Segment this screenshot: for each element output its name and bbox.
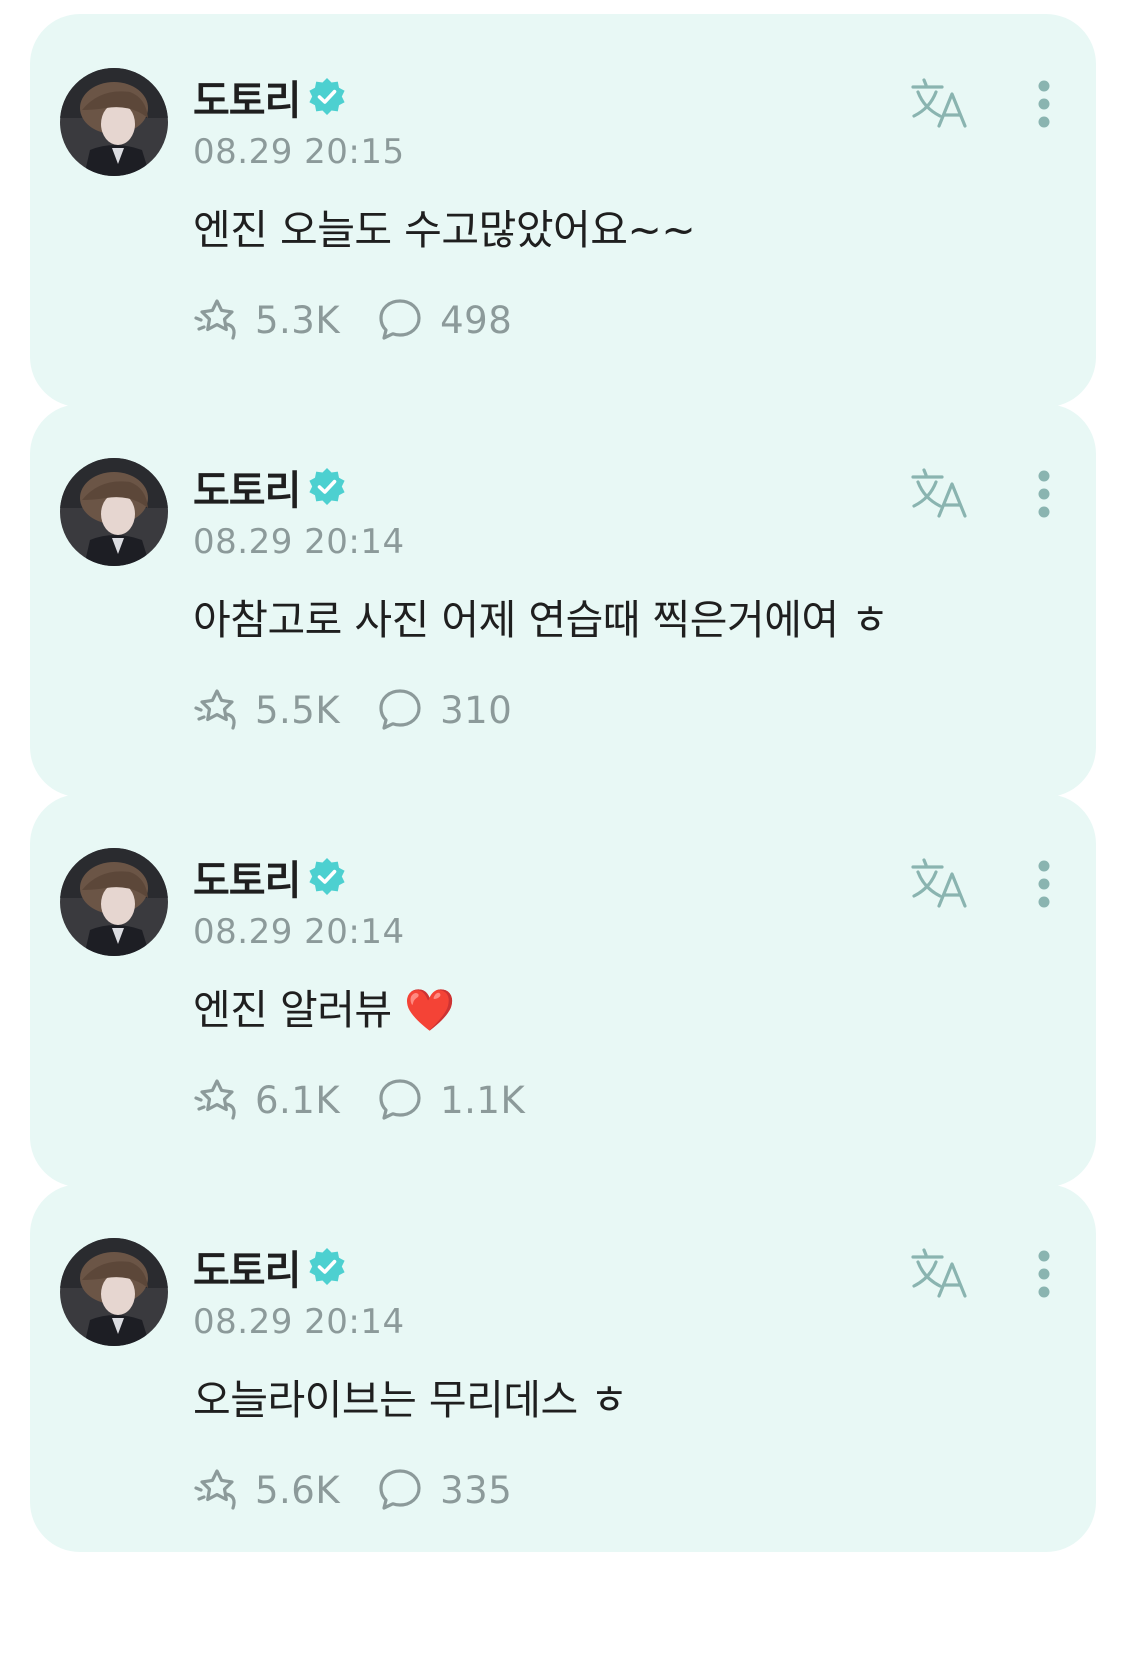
reaction-icon bbox=[193, 1078, 241, 1122]
post-timestamp: 08.29 20:14 bbox=[193, 912, 405, 952]
comment-button[interactable]: 498 bbox=[378, 298, 512, 342]
comment-button[interactable]: 310 bbox=[378, 688, 512, 732]
translate-icon[interactable] bbox=[910, 466, 976, 522]
post-timestamp: 08.29 20:15 bbox=[193, 132, 405, 172]
verified-badge-icon bbox=[306, 466, 348, 508]
post-text: 엔진 알러뷰 ❤️ bbox=[193, 986, 455, 1034]
author-name[interactable]: 도토리 bbox=[193, 68, 301, 126]
avatar[interactable] bbox=[60, 1238, 168, 1346]
comment-button[interactable]: 1.1K bbox=[378, 1078, 525, 1122]
reaction-icon bbox=[193, 298, 241, 342]
more-vertical-icon[interactable] bbox=[1034, 80, 1054, 136]
translate-icon[interactable] bbox=[910, 856, 976, 912]
post-text: 아참고로 사진 어제 연습때 찍은거에여 ㅎ bbox=[193, 596, 889, 644]
more-vertical-icon[interactable] bbox=[1034, 1250, 1054, 1306]
reaction-button[interactable]: 5.6K bbox=[193, 1468, 340, 1512]
comment-button[interactable]: 335 bbox=[378, 1468, 512, 1512]
post-text: 오늘라이브는 무리데스 ㅎ bbox=[193, 1376, 628, 1424]
author-name[interactable]: 도토리 bbox=[193, 848, 301, 906]
translate-icon[interactable] bbox=[910, 76, 976, 132]
reaction-icon bbox=[193, 688, 241, 732]
verified-badge-icon bbox=[306, 76, 348, 118]
reaction-count: 5.3K bbox=[255, 298, 341, 342]
post-card[interactable]: 도토리 08.29 20:14 아참고로 사진 어제 연습때 찍은거에여 ㅎ 5… bbox=[30, 404, 1096, 797]
more-vertical-icon[interactable] bbox=[1034, 860, 1054, 916]
comment-icon bbox=[378, 688, 422, 732]
reaction-button[interactable]: 5.3K bbox=[193, 298, 340, 342]
reaction-icon bbox=[193, 1468, 241, 1512]
comment-count: 310 bbox=[440, 688, 513, 732]
post-card[interactable]: 도토리 08.29 20:14 엔진 알러뷰 ❤️ 6.1K 1.1K bbox=[30, 794, 1096, 1187]
comment-icon bbox=[378, 1078, 422, 1122]
comment-icon bbox=[378, 298, 422, 342]
post-feed: 도토리 08.29 20:15 엔진 오늘도 수고많았어요~~ 5.3K 498… bbox=[0, 0, 1125, 1676]
reaction-button[interactable]: 6.1K bbox=[193, 1078, 340, 1122]
post-text: 엔진 오늘도 수고많았어요~~ bbox=[193, 206, 696, 254]
post-timestamp: 08.29 20:14 bbox=[193, 522, 405, 562]
verified-badge-icon bbox=[306, 1246, 348, 1288]
comment-count: 498 bbox=[440, 298, 513, 342]
avatar[interactable] bbox=[60, 68, 168, 176]
comment-count: 335 bbox=[440, 1468, 513, 1512]
comment-count: 1.1K bbox=[440, 1078, 526, 1122]
comment-icon bbox=[378, 1468, 422, 1512]
avatar[interactable] bbox=[60, 848, 168, 956]
post-card[interactable]: 도토리 08.29 20:14 오늘라이브는 무리데스 ㅎ 5.6K 335 bbox=[30, 1184, 1096, 1552]
reaction-count: 6.1K bbox=[255, 1078, 341, 1122]
author-name[interactable]: 도토리 bbox=[193, 458, 301, 516]
reaction-button[interactable]: 5.5K bbox=[193, 688, 340, 732]
translate-icon[interactable] bbox=[910, 1246, 976, 1302]
more-vertical-icon[interactable] bbox=[1034, 470, 1054, 526]
verified-badge-icon bbox=[306, 856, 348, 898]
post-timestamp: 08.29 20:14 bbox=[193, 1302, 405, 1342]
reaction-count: 5.5K bbox=[255, 688, 341, 732]
reaction-count: 5.6K bbox=[255, 1468, 341, 1512]
post-card[interactable]: 도토리 08.29 20:15 엔진 오늘도 수고많았어요~~ 5.3K 498 bbox=[30, 14, 1096, 407]
author-name[interactable]: 도토리 bbox=[193, 1238, 301, 1296]
avatar[interactable] bbox=[60, 458, 168, 566]
